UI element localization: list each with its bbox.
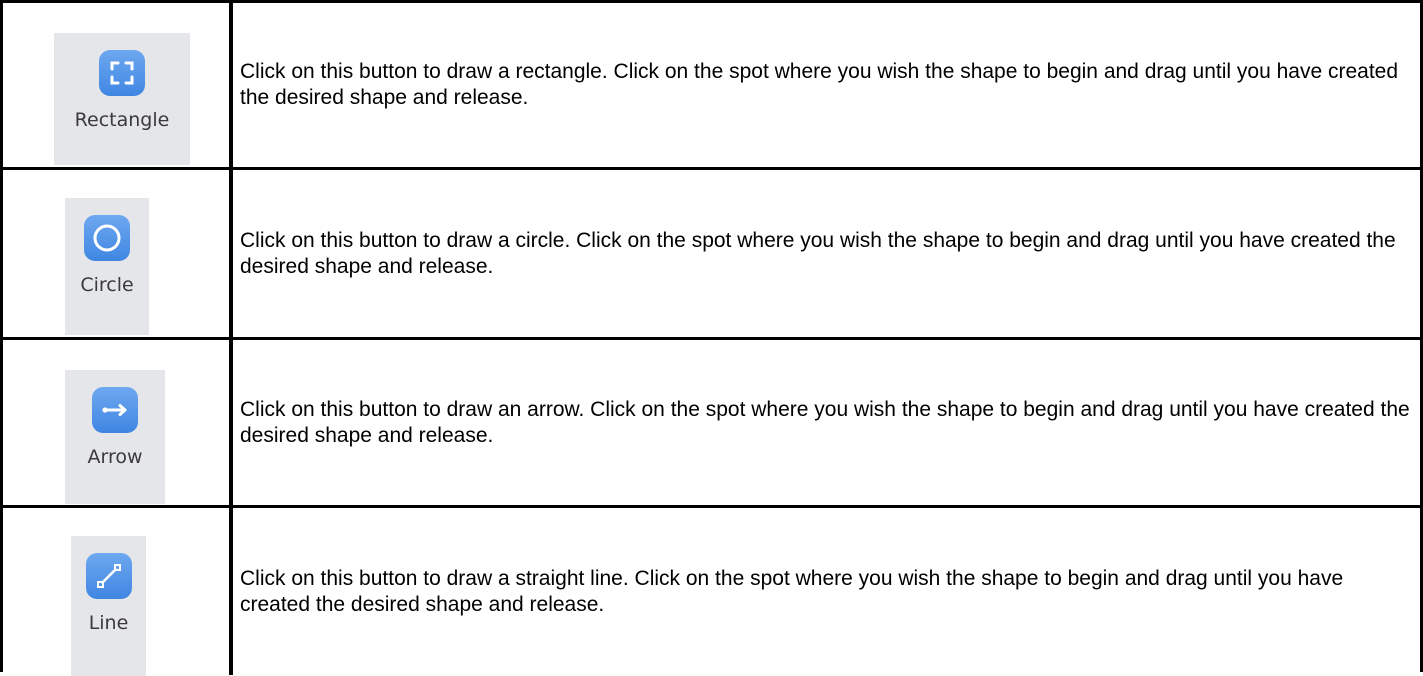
icon-cell: Rectangle — [3, 3, 233, 170]
rectangle-button[interactable]: Rectangle — [54, 33, 190, 165]
button-label: Line — [88, 612, 129, 634]
description-cell: Click on this button to draw a straight … — [233, 508, 1420, 675]
icon-cell: Arrow — [3, 340, 233, 508]
rectangle-select-icon — [99, 50, 145, 96]
line-icon — [85, 553, 132, 599]
description-cell: Click on this button to draw a circle. C… — [233, 170, 1420, 340]
icon-cell: Line — [3, 508, 233, 676]
arrow-button[interactable]: Arrow — [65, 370, 165, 504]
description-text: Click on this button to draw an arrow. C… — [240, 397, 1410, 447]
button-label: Rectangle — [74, 109, 170, 131]
description-text: Click on this button to draw a straight … — [240, 566, 1344, 616]
button-label: Circle — [80, 274, 134, 296]
arrow-icon — [92, 387, 138, 433]
tools-table: Rectangle Click on this button to draw a… — [0, 0, 1423, 676]
circle-icon — [84, 215, 130, 261]
circle-button[interactable]: Circle — [65, 198, 149, 335]
description-cell: Click on this button to draw an arrow. C… — [233, 340, 1420, 508]
description-cell: Click on this button to draw a rectangle… — [233, 3, 1420, 170]
icon-cell: Circle — [3, 170, 233, 340]
line-button[interactable]: Line — [71, 536, 146, 676]
description-text: Click on this button to draw a rectangle… — [240, 60, 1399, 109]
description-text: Click on this button to draw a circle. C… — [240, 228, 1396, 278]
button-label: Arrow — [87, 446, 143, 468]
